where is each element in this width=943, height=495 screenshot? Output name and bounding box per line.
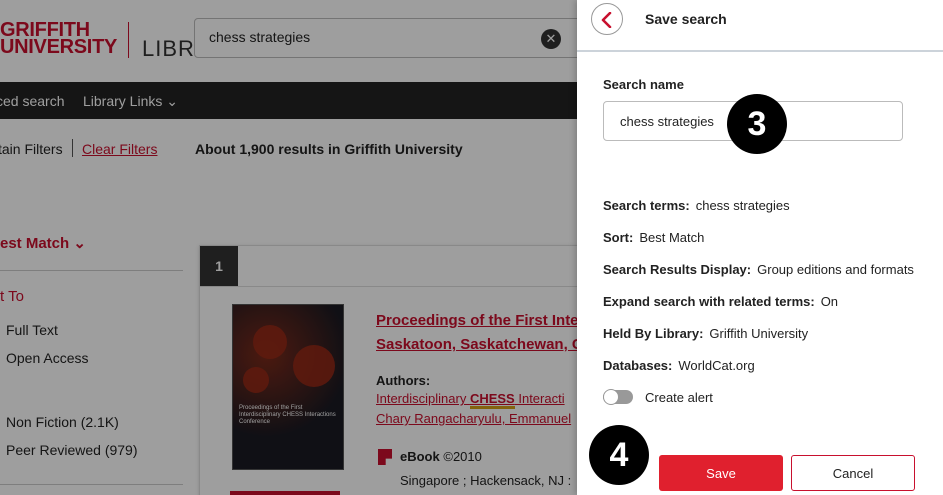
row-label: Search Results Display: (603, 262, 752, 277)
row-label: Held By Library: (603, 326, 704, 341)
row-value: Griffith University (709, 326, 809, 341)
results-display-row: Search Results Display: Group editions an… (603, 262, 914, 277)
databases-row: Databases: WorldCat.org (603, 358, 755, 373)
back-button[interactable] (591, 3, 623, 35)
row-value: chess strategies (695, 198, 790, 213)
row-label: Sort: (603, 230, 634, 245)
row-value: Best Match (639, 230, 705, 245)
row-value: Group editions and formats (757, 262, 914, 277)
cancel-button[interactable]: Cancel (791, 455, 915, 491)
search-terms-row: Search terms: chess strategies (603, 198, 790, 213)
row-label: Search terms: (603, 198, 690, 213)
sort-row: Sort: Best Match (603, 230, 704, 245)
row-label: Databases: (603, 358, 673, 373)
create-alert-toggle[interactable] (603, 389, 633, 405)
search-name-input[interactable] (620, 114, 820, 129)
modal-backdrop[interactable] (0, 0, 577, 495)
chevron-left-icon (601, 12, 612, 28)
step-badge-4: 4 (589, 425, 649, 485)
step-badge-3: 3 (727, 94, 787, 154)
row-value: WorldCat.org (678, 358, 755, 373)
toggle-knob (603, 389, 619, 405)
save-search-panel: Save search Search name Search terms: che… (577, 0, 943, 495)
row-label: Expand search with related terms: (603, 294, 815, 309)
save-button[interactable]: Save (659, 455, 783, 491)
row-value: On (820, 294, 839, 309)
create-alert-label: Create alert (645, 390, 713, 405)
panel-title: Save search (645, 11, 727, 27)
held-by-library-row: Held By Library: Griffith University (603, 326, 808, 341)
panel-divider (577, 50, 943, 52)
search-name-label: Search name (603, 77, 684, 92)
expand-search-row: Expand search with related terms: On (603, 294, 838, 309)
